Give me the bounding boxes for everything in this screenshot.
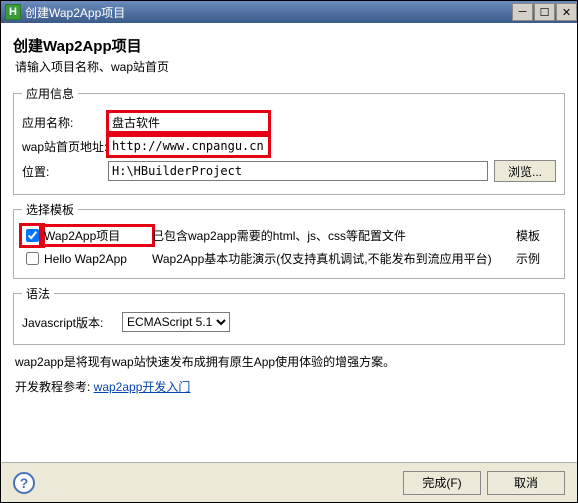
template-cat: 模板 (516, 227, 556, 244)
app-icon: H (5, 4, 21, 20)
js-version-select[interactable]: ECMAScript 5.1 (122, 312, 230, 332)
cancel-button[interactable]: 取消 (487, 471, 565, 495)
template-checkbox[interactable] (26, 252, 39, 265)
titlebar: H 创建Wap2App项目 ─ ☐ ✕ (1, 1, 577, 23)
maximize-button[interactable]: ☐ (534, 3, 555, 21)
location-input[interactable] (108, 161, 488, 181)
table-row[interactable]: Wap2App项目 已包含wap2app需要的html、js、css等配置文件 … (22, 224, 556, 247)
dialog-window: H 创建Wap2App项目 ─ ☐ ✕ 创建Wap2App项目 请输入项目名称、… (0, 0, 578, 503)
window-title: 创建Wap2App项目 (25, 4, 511, 21)
note-line1: wap2app是将现有wap站快速发布成拥有原生App使用体验的增强方案。 (15, 353, 563, 370)
grammar-group: 语法 Javascript版本: ECMAScript 5.1 (13, 285, 565, 345)
template-desc: 已包含wap2app需要的html、js、css等配置文件 (152, 227, 516, 244)
template-desc: Wap2App基本功能演示(仅支持真机调试,不能发布到流应用平台) (152, 250, 516, 267)
app-info-legend: 应用信息 (22, 85, 78, 102)
help-icon[interactable]: ? (13, 472, 35, 494)
note-line2: 开发教程参考: wap2app开发入门 (15, 378, 563, 395)
close-button[interactable]: ✕ (556, 3, 577, 21)
app-name-input[interactable] (108, 112, 269, 132)
template-legend: 选择模板 (22, 201, 78, 218)
template-name: Wap2App项目 (42, 227, 152, 244)
browse-button[interactable]: 浏览... (494, 160, 556, 182)
template-checkbox[interactable] (26, 229, 39, 242)
minimize-button[interactable]: ─ (512, 3, 533, 21)
template-name: Hello Wap2App (42, 252, 152, 266)
tutorial-link[interactable]: wap2app开发入门 (94, 380, 191, 394)
template-cat: 示例 (516, 250, 556, 267)
wap-url-label: wap站首页地址: (22, 138, 108, 155)
js-version-label: Javascript版本: (22, 314, 122, 331)
note-prefix: 开发教程参考: (15, 380, 94, 394)
table-row[interactable]: Hello Wap2App Wap2App基本功能演示(仅支持真机调试,不能发布… (22, 247, 556, 270)
wap-url-input[interactable] (108, 136, 269, 156)
app-name-label: 应用名称: (22, 114, 108, 131)
page-subtitle: 请输入项目名称、wap站首页 (15, 58, 565, 75)
app-info-group: 应用信息 应用名称: wap站首页地址: 位置: 浏览... (13, 85, 565, 195)
location-label: 位置: (22, 163, 108, 180)
template-group: 选择模板 Wap2App项目 已包含wap2app需要的html、js、css等… (13, 201, 565, 279)
page-title: 创建Wap2App项目 (13, 35, 565, 56)
content-area: 创建Wap2App项目 请输入项目名称、wap站首页 应用信息 应用名称: wa… (1, 23, 577, 462)
footer: ? 完成(F) 取消 (1, 462, 577, 502)
grammar-legend: 语法 (22, 285, 54, 302)
finish-button[interactable]: 完成(F) (403, 471, 481, 495)
